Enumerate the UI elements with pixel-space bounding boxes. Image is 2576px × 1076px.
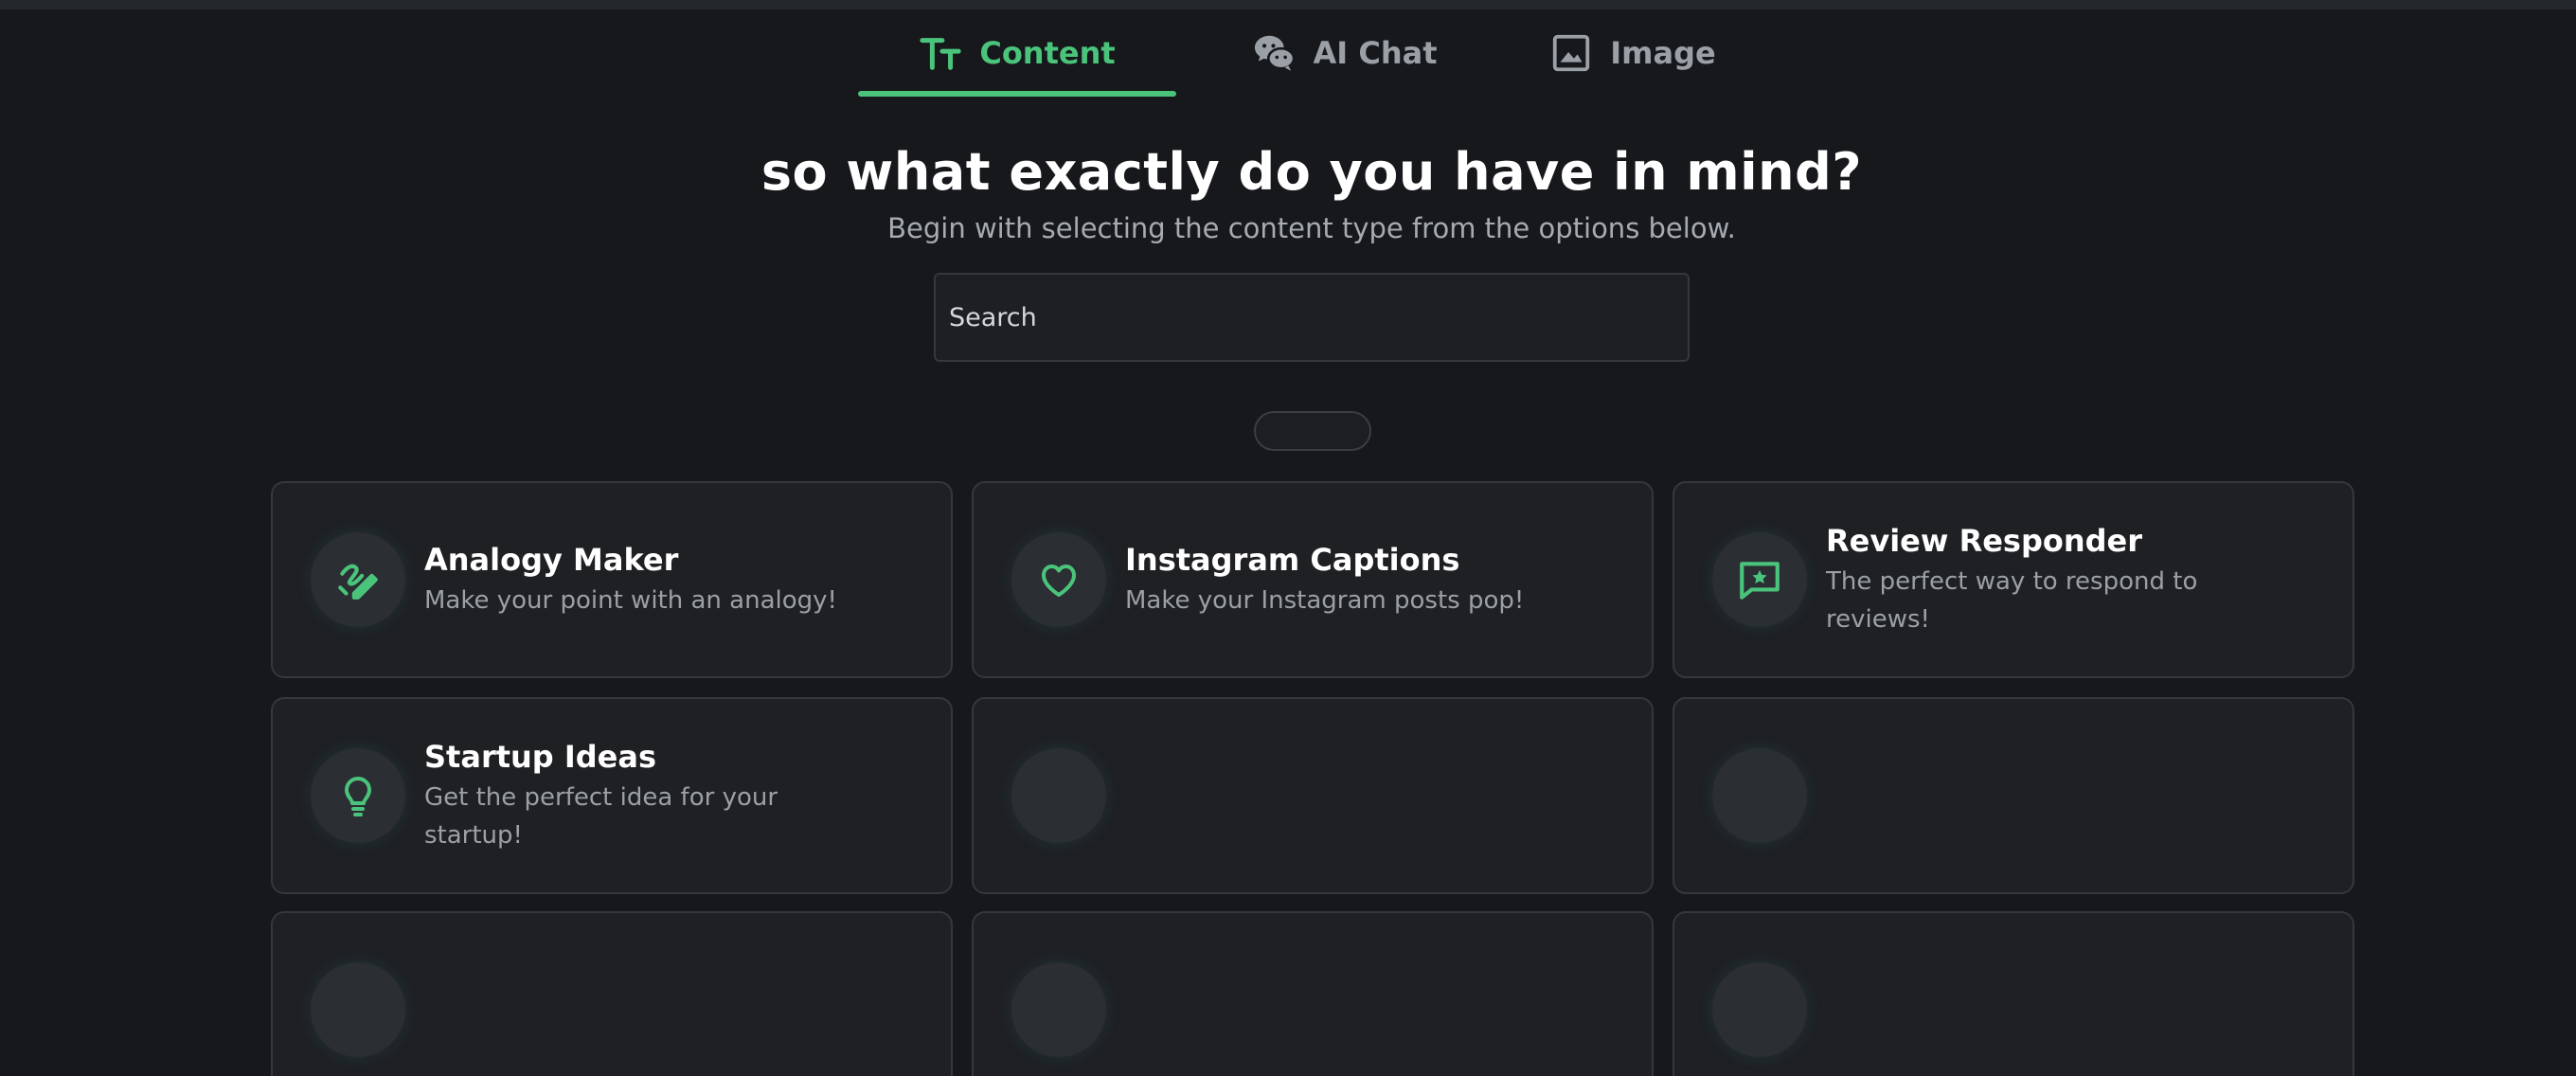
- tab-content[interactable]: Content: [858, 9, 1176, 97]
- template-card-placeholder: [1673, 697, 2354, 894]
- template-card-instagram-captions[interactable]: Instagram Captions Make your Instagram p…: [972, 481, 1654, 678]
- pencil-pen-icon: [311, 532, 405, 627]
- template-card-placeholder: [271, 911, 953, 1076]
- text-size-icon: [919, 31, 962, 75]
- card-title: Analogy Maker: [424, 542, 679, 578]
- category-filter-pill[interactable]: [1254, 411, 1371, 451]
- page-subtitle: Begin with selecting the content type fr…: [887, 212, 1736, 244]
- card-title: Instagram Captions: [1125, 542, 1460, 578]
- lightbulb-icon: [311, 748, 405, 843]
- placeholder-icon: [1712, 962, 1807, 1057]
- tab-ai-chat[interactable]: AI Chat: [1222, 9, 1468, 97]
- top-strip: [0, 0, 2576, 9]
- template-card-placeholder: [972, 911, 1654, 1076]
- card-title: Startup Ideas: [424, 739, 656, 775]
- page-title: so what exactly do you have in mind?: [760, 142, 1863, 202]
- card-description: Make your Instagram posts pop!: [1125, 586, 1525, 615]
- placeholder-icon: [1011, 748, 1106, 843]
- tab-label: Content: [979, 35, 1116, 71]
- wechat-icon: [1253, 31, 1297, 75]
- card-description: The perfect way to respond to reviews!: [1826, 567, 2198, 634]
- heart-icon: [1011, 532, 1106, 627]
- card-title: Review Responder: [1826, 523, 2143, 559]
- search-input[interactable]: [934, 273, 1690, 362]
- mode-tabs: Content AI Chat Image: [858, 9, 1756, 97]
- template-card-review-responder[interactable]: Review Responder The perfect way to resp…: [1673, 481, 2354, 678]
- template-card-placeholder: [1673, 911, 2354, 1076]
- template-card-startup-ideas[interactable]: Startup Ideas Get the perfect idea for y…: [271, 697, 953, 894]
- tab-label: AI Chat: [1313, 35, 1438, 71]
- template-card-analogy-maker[interactable]: Analogy Maker Make your point with an an…: [271, 481, 953, 678]
- star-message-icon: [1712, 532, 1807, 627]
- placeholder-icon: [311, 962, 405, 1057]
- tab-label: Image: [1610, 35, 1716, 71]
- image-icon: [1549, 31, 1593, 75]
- active-tab-indicator: [858, 91, 1176, 97]
- tab-image[interactable]: Image: [1525, 9, 1741, 97]
- card-description: Get the perfect idea for your startup!: [424, 783, 778, 850]
- card-description: Make your point with an analogy!: [424, 586, 837, 615]
- placeholder-icon: [1011, 962, 1106, 1057]
- placeholder-icon: [1712, 748, 1807, 843]
- template-card-placeholder: [972, 697, 1654, 894]
